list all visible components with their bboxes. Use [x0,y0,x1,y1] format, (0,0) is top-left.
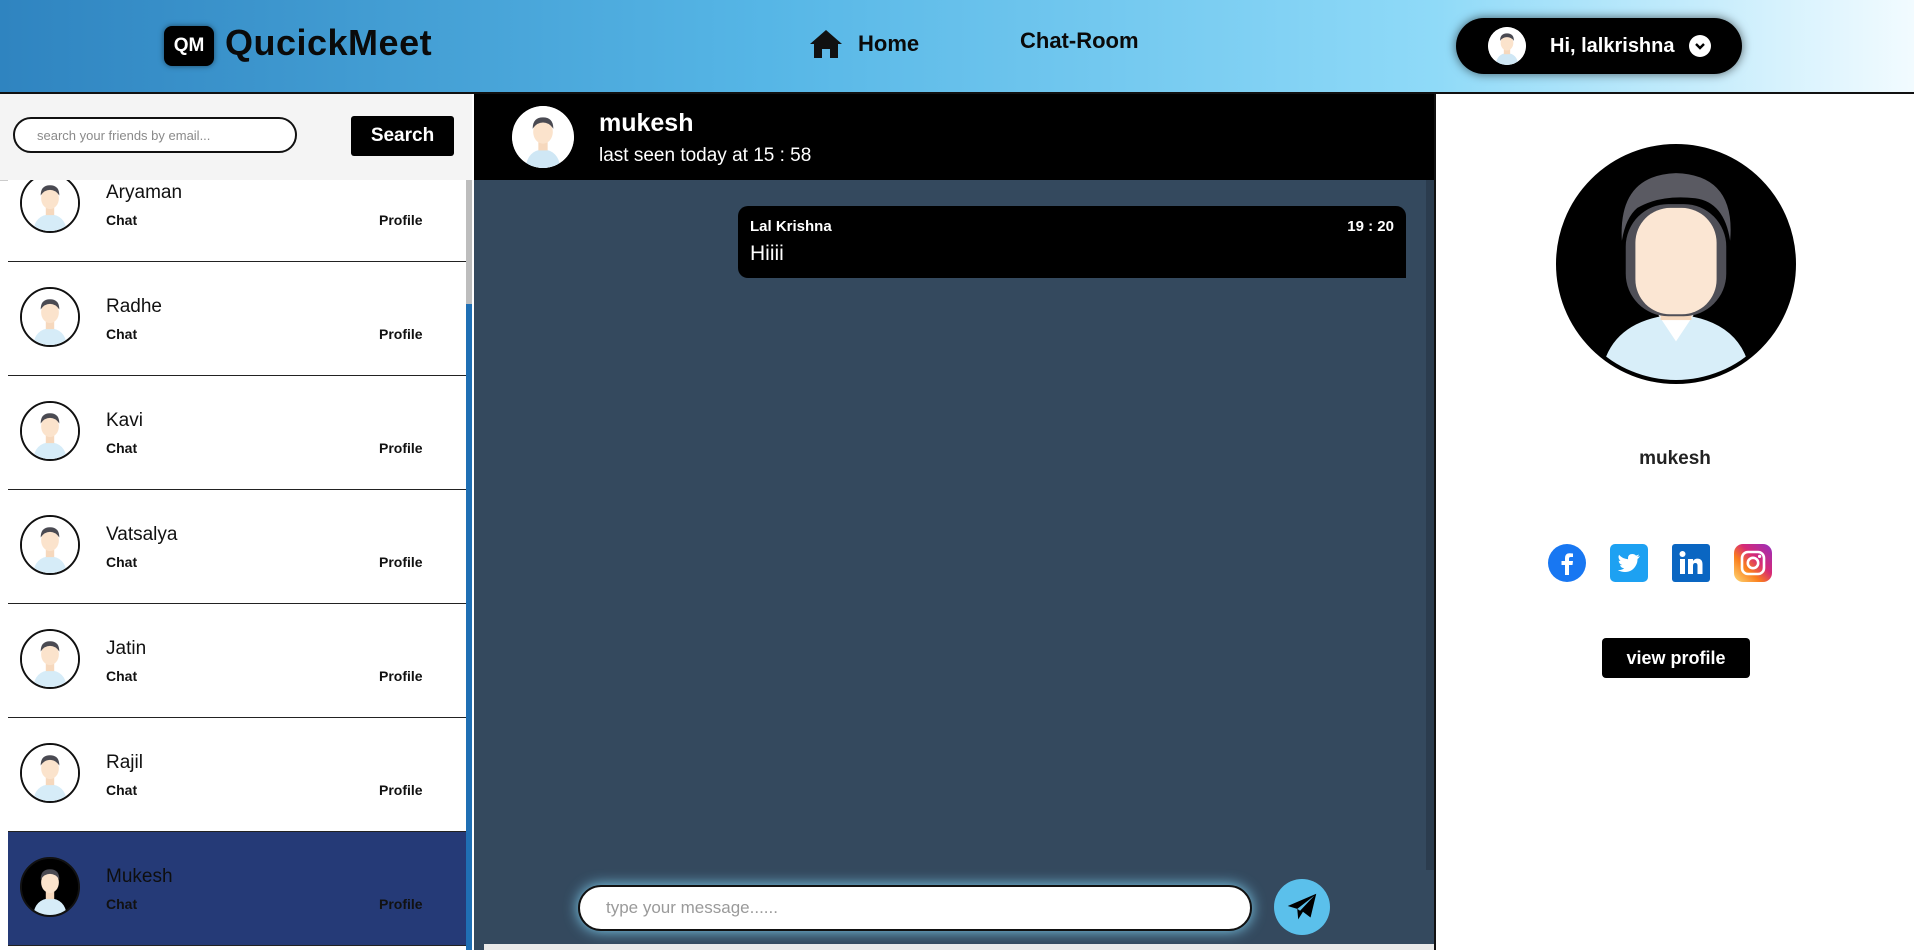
chevron-down-icon[interactable] [1688,35,1711,57]
contact-name: mukesh [599,109,694,137]
friend-name: Vatsalya [106,524,178,545]
friend-item-active[interactable]: Mukesh Chat Profile [8,832,466,946]
nav-home[interactable]: Home [808,26,919,62]
friend-profile-link[interactable]: Profile [379,440,423,456]
search-input[interactable] [13,117,297,153]
avatar [20,287,80,347]
home-icon [810,30,842,58]
twitter-icon[interactable] [1610,544,1648,582]
avatar-icon [22,745,78,801]
friend-chat-link[interactable]: Chat [106,212,137,228]
avatar-icon [22,289,78,345]
top-navbar: QM QucickMeet Home Chat-Room Hi, lalkris… [0,0,1914,94]
friend-profile-link[interactable]: Profile [379,554,423,570]
friend-name: Radhe [106,296,162,317]
logo-badge[interactable]: QM [164,26,214,66]
friend-chat-link[interactable]: Chat [106,440,137,456]
friends-sidebar: Search Aryaman Chat Profile Radhe Chat P… [0,94,472,950]
friend-chat-link[interactable]: Chat [106,554,137,570]
friend-profile-link[interactable]: Profile [379,326,423,342]
view-profile-button[interactable]: view profile [1602,638,1750,678]
friend-profile-link[interactable]: Profile [379,896,423,912]
avatar-icon [22,403,78,459]
message-bubble: Lal Krishna 19 : 20 Hiiii [738,206,1406,278]
friend-chat-link[interactable]: Chat [106,326,137,342]
friend-name: Kavi [106,410,143,431]
friend-chat-link[interactable]: Chat [106,782,137,798]
message-time: 19 : 20 [1347,218,1394,235]
user-avatar [1488,27,1526,65]
chat-header: mukesh last seen today at 15 : 58 [474,94,1434,180]
app-name[interactable]: QucickMeet [225,22,432,64]
avatar [20,515,80,575]
search-button[interactable]: Search [351,116,454,156]
friend-name: Mukesh [106,866,173,887]
chat-area: mukesh last seen today at 15 : 58 Lal Kr… [474,94,1434,950]
friend-chat-link[interactable]: Chat [106,896,137,912]
friend-item[interactable]: Radhe Chat Profile [8,262,466,376]
user-menu[interactable]: Hi, lalkrishna [1456,18,1742,74]
friend-name: Jatin [106,638,147,659]
friend-item[interactable]: Kavi Chat Profile [8,376,466,490]
friend-profile-link[interactable]: Profile [379,668,423,684]
avatar-icon [22,517,78,573]
avatar [20,180,80,233]
friend-profile-link[interactable]: Profile [379,782,423,798]
last-seen: last seen today at 15 : 58 [599,145,812,166]
instagram-icon[interactable] [1734,544,1772,582]
avatar [20,401,80,461]
message-input[interactable] [578,885,1252,931]
nav-home-label: Home [858,31,920,56]
friend-profile-link[interactable]: Profile [379,212,423,228]
message-text: Hiiii [750,242,784,265]
bottom-divider [484,944,1434,950]
profile-name: mukesh [1639,448,1711,469]
friend-name: Aryaman [106,182,183,203]
social-links [1548,544,1772,582]
friend-chat-link[interactable]: Chat [106,668,137,684]
avatar-icon [22,859,78,915]
friend-name: Rajil [106,752,143,773]
search-bar: Search [0,94,472,181]
chat-scrollbar[interactable] [1426,180,1434,870]
avatar [20,629,80,689]
sidebar-scrollbar-thumb[interactable] [466,180,472,304]
friend-item[interactable]: Aryaman Chat Profile [8,180,466,262]
user-greeting: Hi, lalkrishna [1550,34,1675,57]
nav-chat-room[interactable]: Chat-Room [1020,28,1139,54]
message-sender: Lal Krishna [750,218,832,235]
avatar [20,857,80,917]
contact-avatar[interactable] [512,106,574,168]
profile-avatar [1556,144,1796,384]
avatar [20,743,80,803]
linkedin-icon[interactable] [1672,544,1710,582]
avatar-icon [22,180,78,231]
profile-panel: mukesh view profile [1434,94,1914,950]
friend-list[interactable]: Aryaman Chat Profile Radhe Chat Profile … [0,180,472,950]
facebook-icon[interactable] [1548,544,1586,582]
avatar-icon [22,631,78,687]
friend-item[interactable]: Vatsalya Chat Profile [8,490,466,604]
send-button[interactable] [1274,879,1330,935]
friend-item[interactable]: Rajil Chat Profile [8,718,466,832]
send-icon [1287,893,1317,920]
friend-item[interactable]: Jatin Chat Profile [8,604,466,718]
